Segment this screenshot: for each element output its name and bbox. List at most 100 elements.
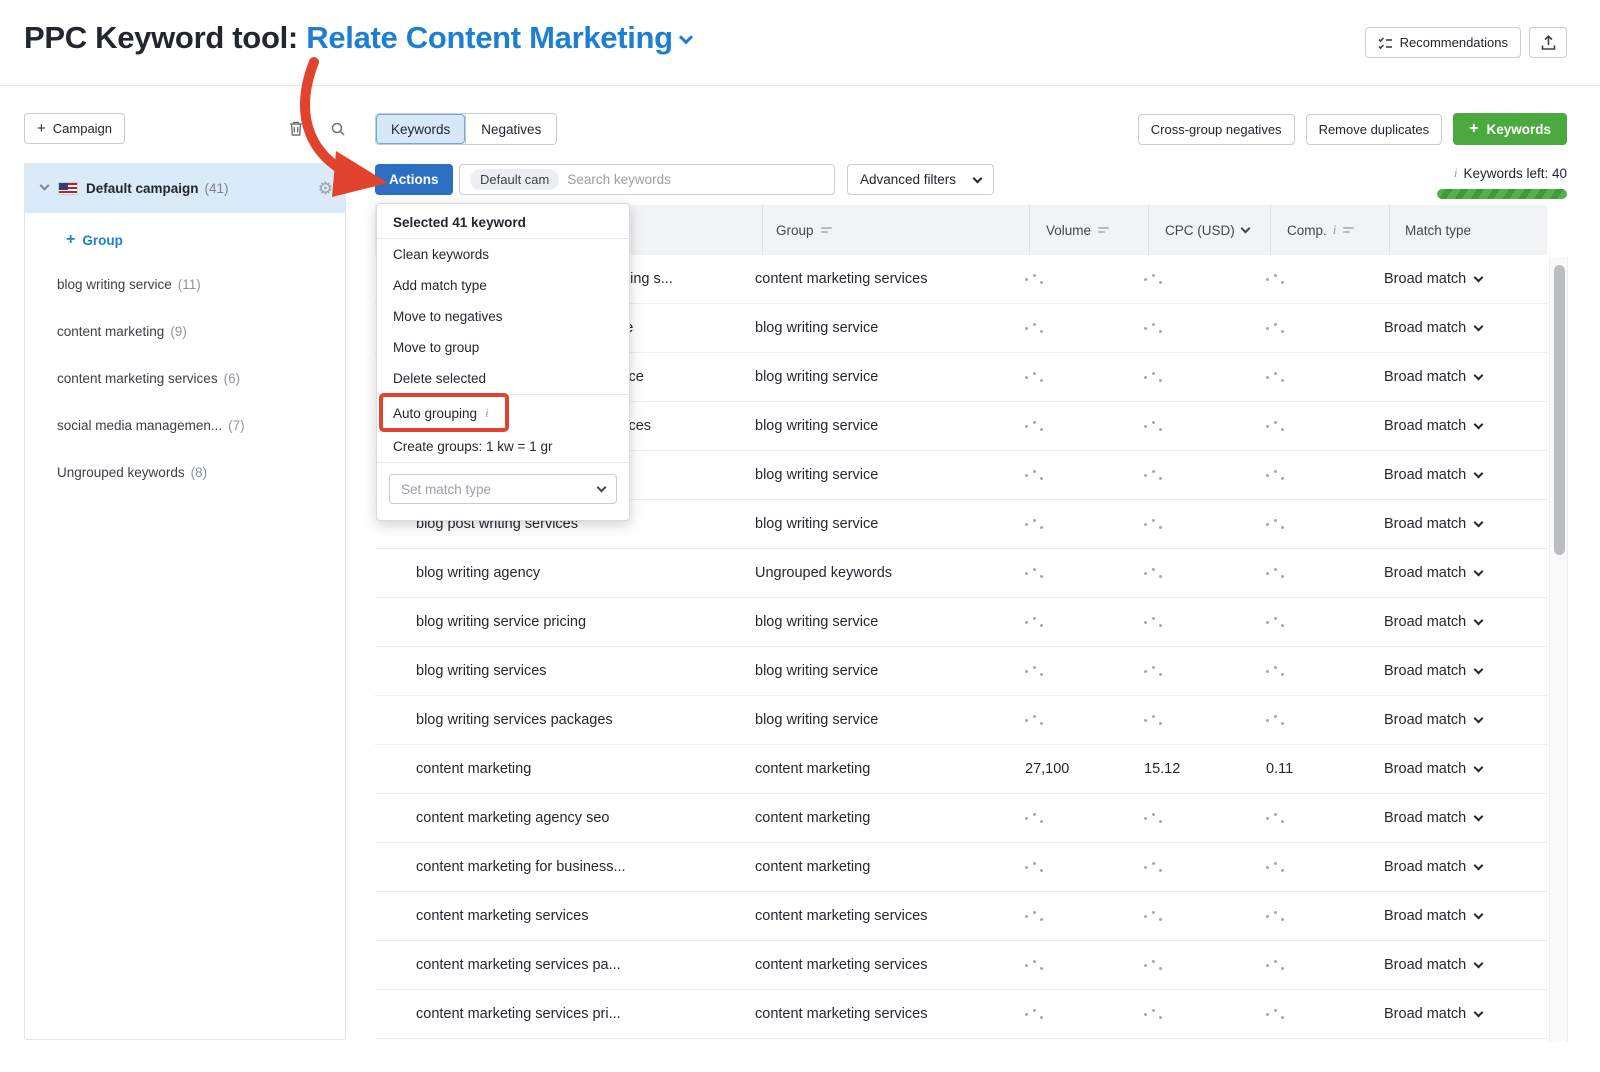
keywords-negatives-tabs: Keywords Negatives — [375, 113, 557, 145]
sort-icon[interactable] — [1098, 227, 1109, 233]
comp-cell — [1250, 516, 1369, 532]
add-campaign-button[interactable]: + Campaign — [24, 113, 125, 144]
chevron-down-icon — [1474, 616, 1484, 626]
group-cell: blog writing service — [742, 369, 1009, 385]
remove-duplicates-button[interactable]: Remove duplicates — [1306, 114, 1443, 145]
match-type-cell: Broad match — [1369, 565, 1527, 581]
keyword-cell: content marketing for business... — [400, 859, 742, 875]
row-checkbox-cell — [375, 859, 400, 875]
menu-item[interactable]: Delete selected — [377, 363, 629, 394]
row-checkbox-cell — [375, 761, 400, 777]
header-group-column[interactable]: Group — [762, 205, 1029, 255]
tab[interactable]: Negatives — [465, 114, 556, 144]
volume-cell — [1009, 369, 1128, 385]
keyword-search-box[interactable]: Default cam — [459, 164, 835, 195]
keyword-text: blog writing service pricing — [416, 614, 586, 630]
remove-duplicates-label: Remove duplicates — [1319, 122, 1430, 137]
header-volume-column[interactable]: Volume — [1029, 205, 1148, 255]
recommendations-button[interactable]: Recommendations — [1365, 27, 1521, 58]
sort-icon[interactable] — [821, 227, 832, 233]
info-icon[interactable]: i — [1454, 165, 1458, 181]
group-cell: content marketing — [742, 810, 1009, 826]
gear-icon[interactable]: ⚙ — [318, 180, 333, 197]
match-type-dropdown[interactable]: Broad match — [1384, 516, 1527, 532]
match-type-dropdown[interactable]: Broad match — [1384, 663, 1527, 679]
campaign-selector[interactable]: Relate Content Marketing — [306, 20, 691, 55]
info-icon[interactable]: i — [1333, 222, 1337, 238]
group-cell: blog writing service — [742, 418, 1009, 434]
match-type-dropdown[interactable]: Broad match — [1384, 369, 1527, 385]
sidebar-item-group[interactable]: content marketing (9) — [25, 308, 345, 355]
header-cpc-column[interactable]: CPC (USD) — [1148, 205, 1270, 255]
match-type-dropdown[interactable]: Broad match — [1384, 320, 1527, 336]
page-title-prefix: PPC Keyword tool: — [24, 20, 298, 55]
match-type-cell: Broad match — [1369, 663, 1527, 679]
match-type-dropdown[interactable]: Broad match — [1384, 418, 1527, 434]
group-cell: content marketing services — [742, 1006, 1009, 1022]
sidebar-item-group[interactable]: Ungrouped keywords (8) — [25, 449, 345, 496]
add-keywords-label: Keywords — [1486, 122, 1551, 137]
match-type-dropdown[interactable]: Broad match — [1384, 565, 1527, 581]
comp-cell — [1250, 1006, 1369, 1022]
tab-label: Keywords — [391, 122, 450, 137]
match-type-dropdown[interactable]: Broad match — [1384, 859, 1527, 875]
row-checkbox-cell — [375, 1006, 400, 1022]
match-type-cell: Broad match — [1369, 516, 1527, 532]
match-type-dropdown[interactable]: Broad match — [1384, 761, 1527, 777]
menu-item-label: Move to negatives — [393, 309, 503, 324]
menu-item-create-groups[interactable]: Create groups: 1 kw = 1 gr — [377, 431, 629, 462]
vertical-scrollbar[interactable] — [1549, 257, 1568, 1042]
match-type-dropdown[interactable]: Broad match — [1384, 614, 1527, 630]
add-group-button[interactable]: + Group — [25, 213, 345, 261]
menu-item[interactable]: Add match type — [377, 270, 629, 301]
advanced-filters-dropdown[interactable]: Advanced filters — [847, 164, 994, 195]
info-icon[interactable]: i — [485, 405, 489, 421]
campaign-filter-pill[interactable]: Default cam — [470, 169, 559, 190]
match-type-dropdown[interactable]: Broad match — [1384, 271, 1527, 287]
plus-icon: + — [66, 231, 75, 249]
tab[interactable]: Keywords — [376, 114, 465, 144]
actions-dropdown-menu: Selected 41 keyword Clean keywords Add m… — [376, 203, 630, 521]
match-type-dropdown[interactable]: Broad match — [1384, 712, 1527, 728]
add-keywords-button[interactable]: + Keywords — [1453, 113, 1567, 145]
group-cell: content marketing services — [742, 271, 1009, 287]
match-type-dropdown[interactable]: Broad match — [1384, 1006, 1527, 1022]
set-match-type-select[interactable]: Set match type — [389, 474, 617, 504]
match-type-label: Broad match — [1384, 663, 1466, 679]
sidebar-item-group[interactable]: content marketing services (6) — [25, 355, 345, 402]
search-input[interactable] — [567, 172, 824, 187]
actions-button[interactable]: Actions — [375, 164, 453, 195]
row-checkbox-cell — [375, 614, 400, 630]
volume-cell — [1009, 908, 1128, 924]
chevron-down-icon[interactable] — [1240, 224, 1250, 234]
menu-item[interactable]: Move to group — [377, 332, 629, 363]
menu-item[interactable]: Clean keywords — [377, 239, 629, 270]
menu-item-auto-grouping[interactable]: Auto grouping i — [377, 395, 629, 431]
add-campaign-label: Campaign — [53, 121, 112, 136]
export-button[interactable] — [1529, 27, 1567, 58]
match-type-dropdown[interactable]: Broad match — [1384, 957, 1527, 973]
match-type-dropdown[interactable]: Broad match — [1384, 467, 1527, 483]
group-name: social media managemen... — [57, 418, 222, 433]
cpc-cell — [1128, 418, 1250, 434]
header-comp-column[interactable]: Comp. i — [1270, 205, 1389, 255]
volume-cell — [1009, 467, 1128, 483]
chevron-down-icon — [1474, 665, 1484, 675]
menu-item[interactable]: Move to negatives — [377, 301, 629, 332]
sidebar-item-group[interactable]: blog writing service (11) — [25, 261, 345, 308]
chevron-down-icon[interactable] — [40, 181, 50, 191]
volume-cell — [1009, 516, 1128, 532]
comp-cell — [1250, 320, 1369, 336]
match-type-dropdown[interactable]: Broad match — [1384, 810, 1527, 826]
search-icon[interactable] — [330, 121, 346, 137]
trash-icon[interactable] — [288, 120, 304, 137]
cross-group-negatives-button[interactable]: Cross-group negatives — [1138, 114, 1295, 145]
sidebar-item-group[interactable]: social media managemen... (7) — [25, 402, 345, 449]
sort-icon[interactable] — [1343, 227, 1354, 233]
scrollbar-thumb[interactable] — [1554, 265, 1565, 555]
table-row: content marketing for business... conten… — [375, 843, 1547, 892]
match-type-dropdown[interactable]: Broad match — [1384, 908, 1527, 924]
sidebar-item-default-campaign[interactable]: Default campaign (41) ⚙ — [25, 164, 345, 213]
campaign-tree-panel: Default campaign (41) ⚙ + Group blog wri… — [24, 163, 346, 1040]
chevron-down-icon — [1474, 714, 1484, 724]
